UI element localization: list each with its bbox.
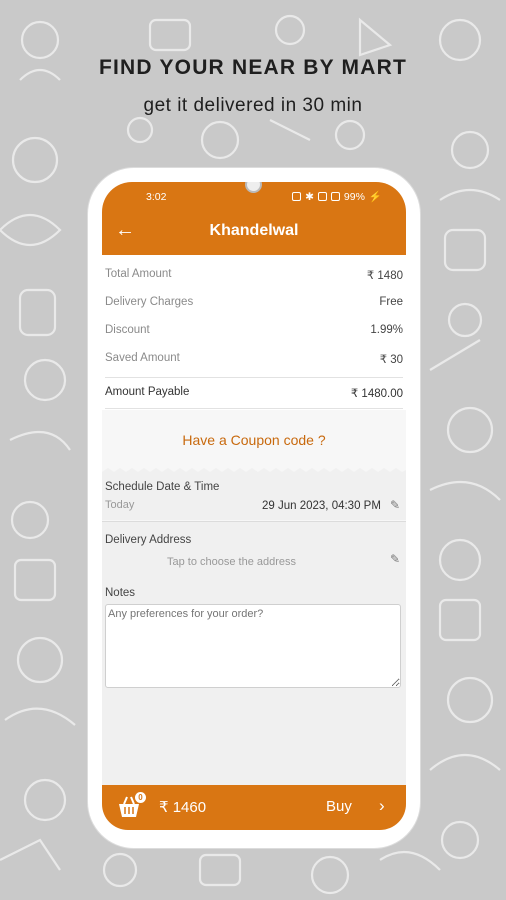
address-placeholder: Tap to choose the address xyxy=(167,556,297,568)
address-section[interactable]: Delivery Address Tap to choose the addre… xyxy=(102,522,406,580)
summary-divider xyxy=(105,408,403,409)
cart-count-badge: 0 xyxy=(135,792,146,803)
payable-label: Amount Payable xyxy=(105,386,190,398)
schedule-title: Schedule Date & Time xyxy=(105,481,220,493)
summary-value: Free xyxy=(379,296,403,308)
alarm-icon xyxy=(292,192,302,201)
summary-label: Saved Amount xyxy=(105,352,180,364)
chevron-right-icon[interactable]: › xyxy=(379,796,385,816)
page-title: Khandelwal xyxy=(209,222,299,239)
charging-icon: ⚡ xyxy=(368,191,382,203)
bluetooth-icon: ✱ xyxy=(305,190,314,203)
battery-level: 99% xyxy=(343,190,365,203)
order-summary: Total Amount ₹ 1480 Delivery Charges Fre… xyxy=(102,255,406,410)
app-screen: 3:02 ✱ 99% ⚡ ← Khandelwal Total Amount ₹… xyxy=(102,182,406,830)
buy-button[interactable]: Buy xyxy=(326,798,352,815)
coupon-link[interactable]: Have a Coupon code ? xyxy=(102,432,406,448)
edit-pencil-icon[interactable]: ✎ xyxy=(390,552,400,566)
app-bar: 3:02 ✱ 99% ⚡ ← Khandelwal xyxy=(102,182,406,255)
payable-value: ₹ 1480.00 xyxy=(350,388,403,400)
cart-total: ₹ 1460 xyxy=(159,799,207,816)
schedule-section[interactable]: Schedule Date & Time Today 29 Jun 2023, … xyxy=(102,474,406,520)
summary-label: Discount xyxy=(105,324,150,336)
summary-value: ₹ 1480 xyxy=(366,270,403,282)
summary-label: Total Amount xyxy=(105,268,172,280)
address-title: Delivery Address xyxy=(105,534,192,546)
wifi-icon xyxy=(330,192,340,201)
summary-label: Delivery Charges xyxy=(105,296,194,308)
signal-icon xyxy=(317,192,327,201)
notes-title: Notes xyxy=(105,587,136,599)
schedule-day: Today xyxy=(105,499,135,511)
edit-pencil-icon[interactable]: ✎ xyxy=(390,498,400,512)
promo-subtitle: get it delivered in 30 min xyxy=(143,95,363,116)
summary-value: ₹ 30 xyxy=(379,354,403,366)
promo-title: FIND YOUR NEAR BY MART xyxy=(99,56,407,79)
summary-value: 1.99% xyxy=(370,324,403,336)
summary-divider xyxy=(105,377,403,378)
schedule-datetime: 29 Jun 2023, 04:30 PM xyxy=(262,500,381,512)
checkout-bar: 0 ₹ 1460 Buy › xyxy=(102,785,406,830)
status-time: 3:02 xyxy=(146,191,167,203)
status-icons: ✱ 99% ⚡ xyxy=(292,190,382,203)
notes-input[interactable] xyxy=(105,604,401,688)
